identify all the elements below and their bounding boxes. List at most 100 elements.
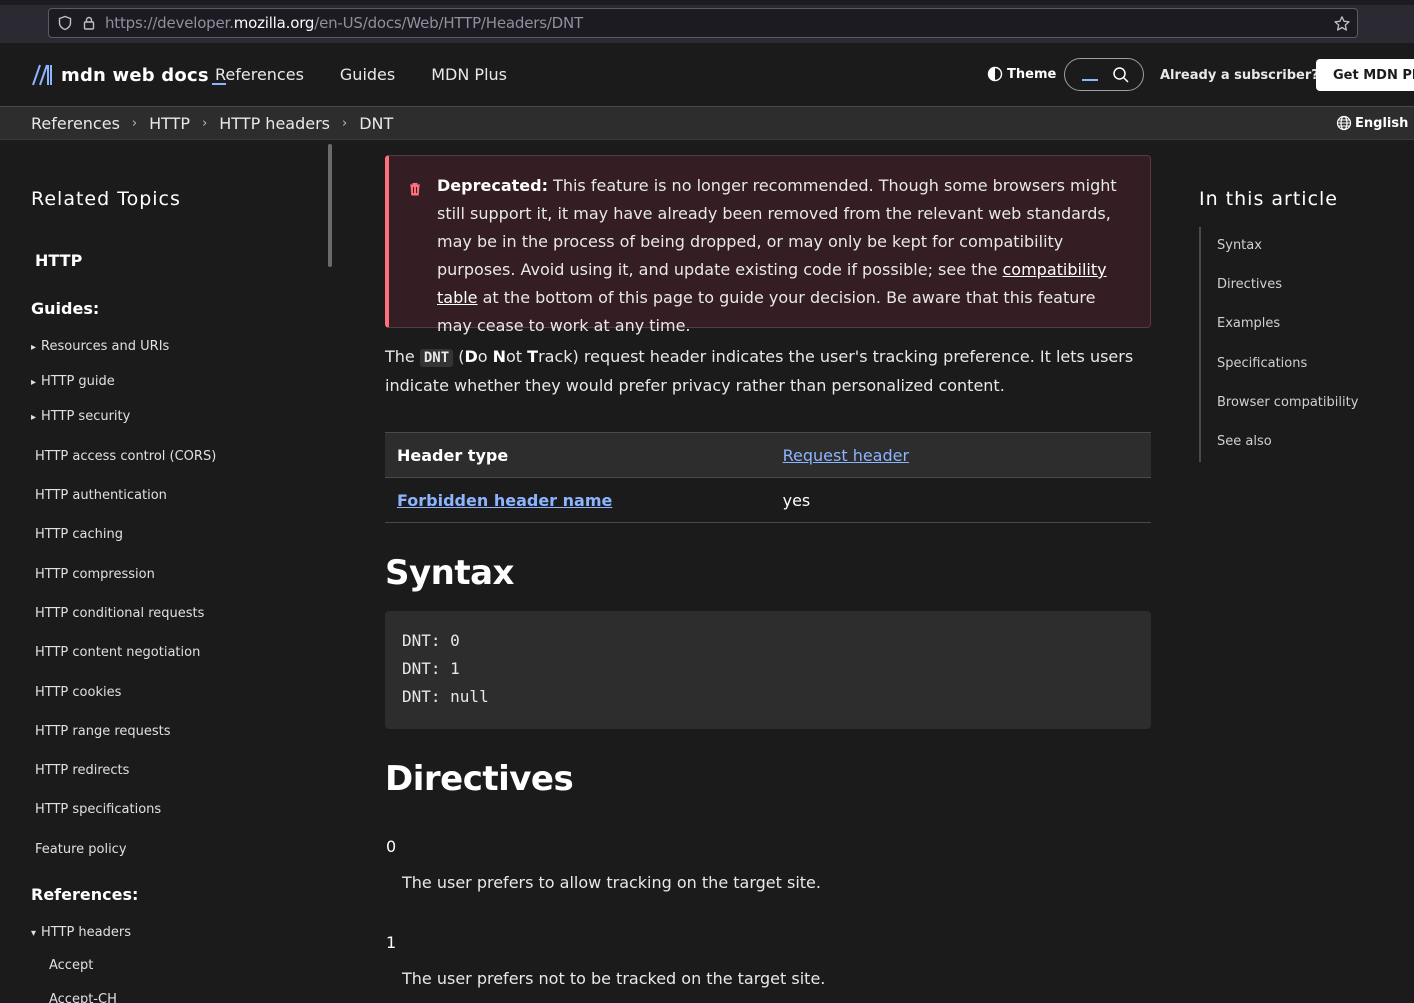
get-mdn-plus-button[interactable]: Get MDN Plus — [1316, 59, 1414, 91]
toc-item[interactable]: See also — [1217, 434, 1272, 449]
search-input[interactable] — [1064, 58, 1144, 91]
toc-item[interactable]: Examples — [1217, 316, 1280, 331]
request-header-link[interactable]: Request header — [783, 446, 909, 465]
toc-item[interactable]: Syntax — [1217, 238, 1262, 253]
breadcrumb-item[interactable]: HTTP — [149, 114, 190, 133]
intro-text: ( — [453, 347, 465, 366]
directive-term: 1 — [386, 933, 397, 952]
toc-divider — [1199, 227, 1201, 462]
intro-letter: N — [492, 347, 507, 366]
syntax-heading[interactable]: Syntax — [385, 553, 514, 593]
toc-item[interactable]: Specifications — [1217, 356, 1307, 371]
chevron-right-icon: › — [131, 116, 138, 131]
directive-term: 0 — [386, 837, 397, 856]
sidebar-item[interactable]: HTTP range requests — [35, 724, 171, 739]
language-switcher[interactable]: English (US) — [1336, 115, 1414, 131]
theme-icon — [987, 66, 1003, 82]
table-cell: Request header — [770, 432, 1151, 478]
breadcrumb: References › HTTP › HTTP headers › DNT — [31, 114, 393, 133]
sidebar-group-http-guide[interactable]: HTTP guide — [31, 374, 115, 389]
table-of-contents: In this article Syntax Directives Exampl… — [1199, 140, 1414, 540]
intro-text: ot — [506, 347, 528, 366]
syntax-code-block: DNT: 0 DNT: 1 DNT: null — [385, 611, 1151, 729]
intro-letter: D — [464, 347, 478, 366]
search-icon[interactable] — [1112, 66, 1130, 84]
sidebar-section-http[interactable]: HTTP — [35, 251, 82, 270]
shield-icon[interactable] — [57, 15, 73, 31]
chevron-right-icon: › — [202, 116, 208, 131]
directive-description: The user prefers to allow tracking on th… — [402, 873, 821, 892]
sidebar-item[interactable]: HTTP caching — [35, 527, 123, 542]
language-label: English (US) — [1355, 115, 1414, 131]
url-prefix: https://developer. — [105, 14, 234, 32]
logo-text: mdn web docs — [61, 64, 209, 86]
sidebar-group-http-headers[interactable]: HTTP headers — [31, 925, 131, 940]
nav-references[interactable]: References — [215, 65, 304, 84]
properties-table: Header type Request header Forbidden hea… — [385, 432, 1151, 523]
table-cell: Header type — [385, 432, 771, 478]
intro-text: o — [477, 347, 493, 366]
sidebar-references-heading: References: — [31, 885, 139, 904]
sidebar-title: Related Topics — [31, 188, 181, 210]
toc-item[interactable]: Browser compatibility — [1217, 395, 1358, 410]
mdn-logo-icon — [32, 64, 52, 86]
table-row: Header type Request header — [385, 432, 1151, 478]
toc-title: In this article — [1199, 188, 1338, 210]
theme-button[interactable]: Theme — [987, 66, 1056, 82]
deprecated-label: Deprecated: — [437, 176, 548, 195]
main-content: Deprecated: This feature is no longer re… — [385, 140, 1151, 1003]
sidebar-subitem[interactable]: Accept — [49, 958, 93, 973]
theme-label: Theme — [1007, 66, 1057, 82]
nav-guides[interactable]: Guides — [340, 65, 395, 84]
sidebar-item[interactable]: HTTP conditional requests — [35, 606, 204, 621]
sidebar-item[interactable]: Feature policy — [35, 842, 127, 857]
toc-item[interactable]: Directives — [1217, 277, 1282, 292]
sidebar-scrollbar[interactable] — [328, 144, 332, 267]
breadcrumb-item[interactable]: HTTP headers — [219, 114, 330, 133]
mdn-logo[interactable]: mdn web docs — [31, 63, 226, 87]
table-cell: yes — [770, 477, 1151, 523]
code-line: DNT: 1 — [402, 659, 460, 678]
intro-text: The — [385, 347, 420, 366]
url-domain: mozilla.org — [233, 14, 315, 32]
breadcrumb-item[interactable]: References — [31, 114, 120, 133]
intro-paragraph: The DNT (Do Not Track) request header in… — [385, 343, 1151, 400]
sidebar-item[interactable]: HTTP access control (CORS) — [35, 449, 216, 464]
chevron-right-icon: › — [342, 116, 348, 131]
url-bar[interactable]: https://developer.mozilla.org/en-US/docs… — [48, 8, 1358, 38]
sidebar-item[interactable]: HTTP redirects — [35, 763, 129, 778]
sidebar-item[interactable]: HTTP compression — [35, 567, 155, 582]
sidebar-subitem[interactable]: Accept-CH — [49, 992, 117, 1003]
code-line: DNT: 0 — [402, 631, 460, 650]
login-link[interactable]: Already a subscriber? — [1160, 68, 1319, 83]
sidebar-item[interactable]: HTTP specifications — [35, 802, 161, 817]
sidebar-item[interactable]: HTTP authentication — [35, 488, 167, 503]
sidebar-item[interactable]: HTTP cookies — [35, 685, 121, 700]
search-caret — [1082, 79, 1098, 81]
nav-mdn-plus[interactable]: MDN Plus — [431, 65, 507, 84]
sidebar-item[interactable]: HTTP content negotiation — [35, 645, 200, 660]
breadcrumb-bar: References › HTTP › HTTP headers › DNT E… — [0, 107, 1414, 140]
site-header: mdn web docs References Guides MDN Plus … — [0, 43, 1414, 107]
lock-icon[interactable] — [81, 15, 97, 31]
url-text[interactable]: https://developer.mozilla.org/en-US/docs… — [105, 14, 583, 32]
deprecated-notice: Deprecated: This feature is no longer re… — [385, 155, 1151, 335]
breadcrumb-item[interactable]: DNT — [359, 114, 393, 133]
sidebar: Related Topics HTTP Guides: Resources an… — [0, 140, 335, 1003]
table-cell: Forbidden header name — [385, 477, 771, 523]
bookmark-star-icon[interactable] — [1333, 15, 1351, 33]
forbidden-header-link[interactable]: Forbidden header name — [397, 491, 612, 510]
directives-heading[interactable]: Directives — [385, 759, 574, 799]
table-row: Forbidden header name yes — [385, 477, 1151, 523]
browser-toolbar: https://developer.mozilla.org/en-US/docs… — [0, 0, 1414, 43]
sidebar-group-http-security[interactable]: HTTP security — [31, 409, 130, 424]
directive-description: The user prefers not to be tracked on th… — [402, 969, 826, 988]
top-nav: References Guides MDN Plus — [215, 65, 543, 84]
url-path: /en-US/docs/Web/HTTP/Headers/DNT — [314, 14, 584, 32]
dnt-code: DNT — [419, 349, 454, 367]
code-line: DNT: null — [402, 687, 489, 706]
sidebar-guides-heading: Guides: — [31, 299, 100, 318]
deprecated-text-after: at the bottom of this page to guide your… — [437, 288, 1096, 335]
globe-icon — [1336, 115, 1352, 131]
sidebar-group-resources[interactable]: Resources and URIs — [31, 339, 169, 354]
